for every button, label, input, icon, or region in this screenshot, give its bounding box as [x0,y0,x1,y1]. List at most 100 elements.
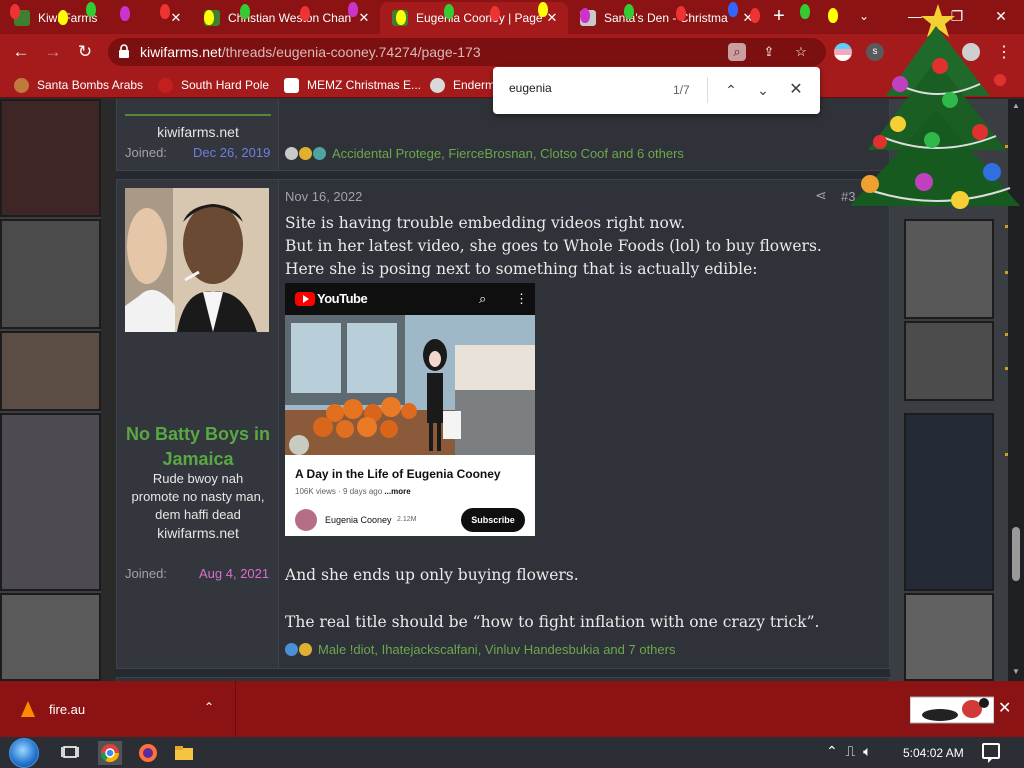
system-tray-icons[interactable]: ⌃ ⎍ 🔈︎ [826,743,872,760]
video-thumbnail-image [285,315,535,455]
post-body-text: And she ends up only buying flowers. [285,566,579,584]
firefox-icon[interactable] [136,741,160,765]
close-download-shelf-icon[interactable]: ✕ [998,698,1011,718]
maximize-button[interactable]: ❐ [942,4,972,28]
find-divider [707,77,708,103]
thinking-reaction-icon [299,147,312,160]
find-next-chevron-down-icon[interactable]: ⌄ [752,79,774,101]
joined-date: Dec 26, 2019 [193,145,271,160]
youtube-embed-screenshot[interactable]: YouTube ⌕ ⋮ A Day in the Life of Eugenia… [285,283,535,536]
bookmark-star-icon[interactable]: ☆ [792,43,810,61]
left-gutter [101,99,116,681]
kiwi-farms-favicon [204,10,220,26]
find-input[interactable] [509,81,669,95]
page-scrollbar[interactable]: ▲ ▼ [1008,99,1024,681]
post-reactions[interactable]: Male !diot, Ihatejackscalfani, Vinluv Ha… [285,642,675,657]
forward-button[interactable]: → [42,41,64,63]
joined-label: Joined: [125,145,167,160]
new-tab-button[interactable]: + [768,6,790,28]
minimize-button[interactable]: — [900,4,930,28]
user-title: Rude bwoy nah promote no nasty man, dem … [117,470,279,542]
user-title-line: dem haffi dead [155,507,241,522]
bookmark-south-hard-pole[interactable]: South Hard Pole [158,76,269,94]
windows-taskbar: ⌃ ⎍ 🔈︎ 5:04:02 AM [0,737,1024,768]
tab-title: Kiwi Farms [38,11,98,25]
fire-favicon [14,77,29,93]
url-path: /threads/eugenia-cooney.74274/page-173 [221,44,481,60]
user-title-line: promote no nasty man, [131,489,265,504]
tab-bar: Kiwi Farms ✕ Christian Weston Chan ✕ Eug… [0,0,1024,34]
bookmark-santa-bombs-arabs[interactable]: Santa Bombs Arabs [14,76,143,94]
reactions-text[interactable]: Accidental Protege, FierceBrosnan, Clots… [332,146,684,161]
share-icon[interactable]: ⇪ [760,43,778,61]
browser-menu-icon[interactable]: ⋮ [996,42,1012,62]
close-tab-icon[interactable]: ✕ [168,10,184,26]
previous-post-reactions[interactable]: Accidental Protege, FierceBrosnan, Clots… [285,146,684,161]
decorative-figure-image [910,696,994,724]
download-shelf: fire.au ⌃ ✕ [0,681,1024,737]
video-age: · 9 days ago [338,487,383,496]
enderman-favicon [430,77,445,93]
santas-den-favicon [580,10,596,26]
url-text: kiwifarms.net/threads/eugenia-cooney.742… [140,44,481,60]
download-options-chevron-up-icon[interactable]: ⌃ [204,700,214,714]
previous-user-signature: kiwifarms.net [157,124,239,140]
post-number-link[interactable]: #3 [841,189,855,204]
tab-santas-den[interactable]: Santa's Den - Christma ✕ [568,2,764,34]
close-tab-icon[interactable]: ✕ [740,10,756,26]
address-bar[interactable]: kiwifarms.net/threads/eugenia-cooney.742… [108,38,826,66]
joined-label: Joined: [125,566,167,581]
reload-button[interactable]: ↻ [74,41,96,63]
find-in-page-bar: 1/7 ⌃ ⌄ ✕ [493,67,820,114]
pride-flag-extension-icon[interactable] [834,43,852,61]
post-body-text: Here she is posing next to something tha… [285,260,758,278]
bookmark-enderman[interactable]: Enderm [430,76,495,94]
find-match-count: 1/7 [673,83,690,97]
tab-christian-weston-chandler[interactable]: Christian Weston Chan ✕ [192,2,380,34]
taskbar-clock[interactable]: 5:04:02 AM [903,746,964,760]
page-viewport: ▲ ▼ kiwifarms.net Joined: Dec 26, 2019 A… [0,99,1024,681]
previous-post-user-column: kiwifarms.net Joined: Dec 26, 2019 [117,99,279,170]
user-title-line: Rude bwoy nah [152,471,244,486]
tab-title: Christian Weston Chan [228,11,352,25]
action-center-notification-icon[interactable] [982,743,1000,763]
reactions-text[interactable]: Male !diot, Ihatejackscalfani, Vinluv Ha… [318,642,675,657]
vlc-file-icon [21,701,35,717]
scroll-down-arrow-icon[interactable]: ▼ [1012,667,1020,676]
start-button-windows-icon[interactable] [9,738,39,768]
tab-search-chevron-icon[interactable]: ⌄ [854,6,874,26]
find-close-icon[interactable]: ✕ [785,79,807,101]
youtube-logo-icon [295,292,315,306]
find-in-page-icon[interactable]: ⌕ [728,43,746,61]
chrome-icon[interactable] [98,741,122,765]
username-link[interactable]: No Batty Boys in Jamaica [117,422,279,472]
download-item[interactable]: fire.au ⌃ [0,681,236,737]
task-view-icon[interactable] [58,741,82,765]
user-avatar[interactable] [125,188,269,332]
lock-icon[interactable] [118,44,130,59]
share-post-icon[interactable]: ⋖ [815,187,827,204]
scroll-up-arrow-icon[interactable]: ▲ [1012,101,1020,110]
file-explorer-icon[interactable] [172,741,196,765]
post-user-column: No Batty Boys in Jamaica Rude bwoy nah p… [117,180,279,668]
s-extension-icon[interactable]: s [866,43,884,61]
close-window-button[interactable]: ✕ [986,4,1016,28]
joined-date: Aug 4, 2021 [199,566,270,581]
tab-eugenia-cooney[interactable]: Eugenia Cooney | Page ✕ [380,2,568,34]
right-edge-ornaments [1005,145,1008,475]
user-signature: kiwifarms.net [157,525,239,541]
find-previous-chevron-up-icon[interactable]: ⌃ [720,79,742,101]
close-tab-icon[interactable]: ✕ [544,10,560,26]
channel-name: Eugenia Cooney [325,515,392,525]
bookmark-memz-christmas[interactable]: MEMZ Christmas E... [284,76,421,94]
tab-kiwi-farms[interactable]: Kiwi Farms ✕ [2,2,192,34]
back-button[interactable]: ← [10,41,32,63]
profile-avatar-icon[interactable] [962,43,980,61]
close-tab-icon[interactable]: ✕ [356,10,372,26]
bookmark-label: South Hard Pole [181,78,270,92]
post-date[interactable]: Nov 16, 2022 [285,189,362,204]
kiwi-farms-favicon [14,10,30,26]
right-background-comic [890,99,1008,681]
scrollbar-thumb[interactable] [1012,527,1020,581]
post-body-text: The real title should be “how to fight i… [285,613,820,631]
